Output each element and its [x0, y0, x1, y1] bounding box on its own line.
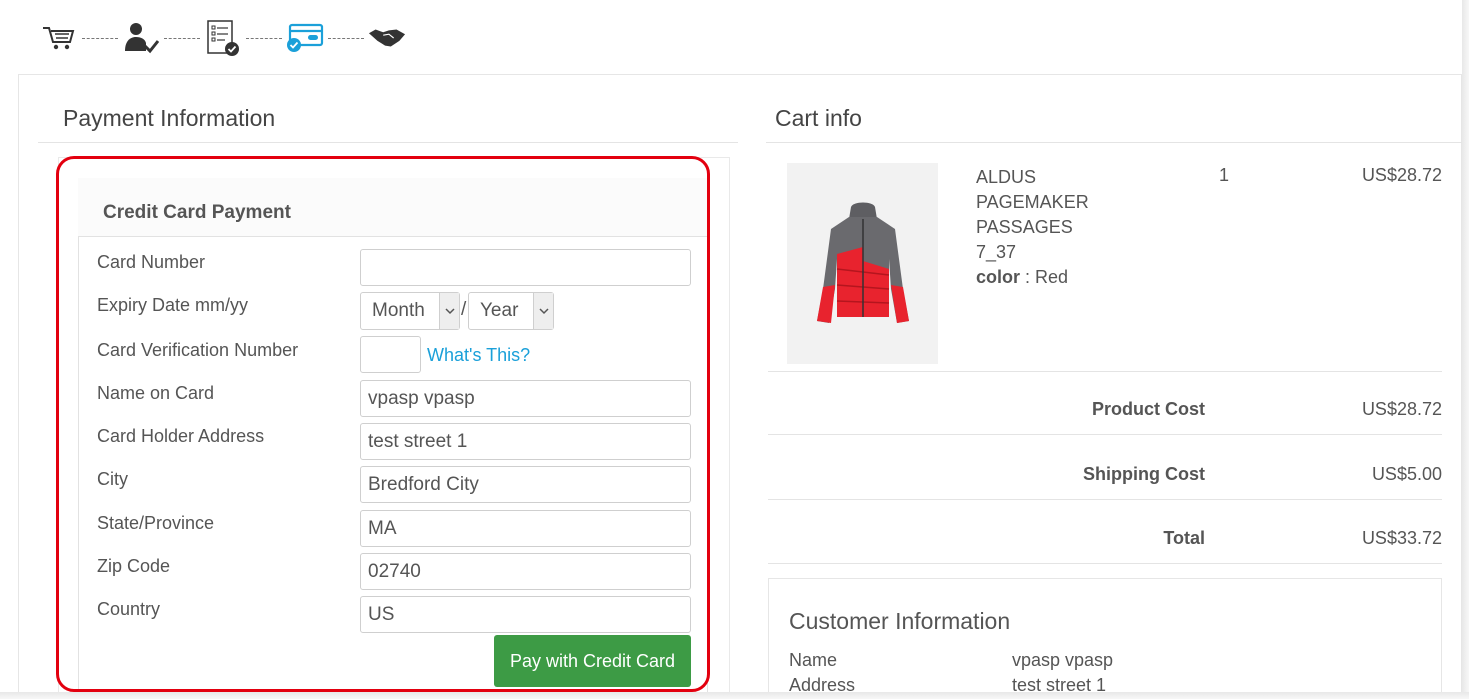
expiry-month-value: Month: [372, 300, 425, 321]
product-name-line: PASSAGES: [976, 217, 1073, 237]
cvv-label: Card Verification Number: [97, 340, 299, 360]
product-name-line: ALDUS: [976, 167, 1037, 187]
product-option-sep: :: [1020, 267, 1036, 287]
product-name-line: PAGEMAKER: [976, 192, 1089, 212]
product-image[interactable]: [787, 163, 938, 364]
expiry-month-select[interactable]: Month: [360, 292, 460, 330]
chevron-down-icon[interactable]: [533, 293, 553, 329]
state-label: State/Province: [97, 513, 215, 533]
pay-with-credit-card-button[interactable]: Pay with Credit Card: [494, 635, 691, 687]
customer-name-label: Name: [789, 650, 838, 670]
shipping-cost-value: US$5.00: [1371, 464, 1442, 484]
product-cost-label: Product Cost: [1091, 399, 1205, 419]
city-label: City: [97, 469, 128, 489]
cart-icon[interactable]: [40, 19, 78, 57]
whats-this-link[interactable]: What's This?: [427, 345, 530, 366]
product-name-line: 7_37: [976, 242, 1017, 262]
divider: [766, 142, 1462, 143]
total-value: US$33.72: [1361, 528, 1442, 548]
window-shadow: [0, 692, 1469, 699]
address-input[interactable]: [360, 423, 691, 460]
name-on-card-label: Name on Card: [97, 383, 215, 403]
user-check-icon[interactable]: [122, 19, 160, 57]
checkout-steps: [40, 18, 406, 58]
customer-name-value: vpasp vpasp: [1012, 650, 1114, 670]
cart-section-title: Cart info: [775, 105, 862, 131]
card-number-input[interactable]: [360, 249, 691, 286]
zip-label: Zip Code: [97, 556, 171, 576]
step-separator: [246, 37, 282, 39]
card-number-label: Card Number: [97, 252, 206, 272]
expiry-year-select[interactable]: Year: [468, 292, 554, 330]
product-option-value: Red: [1035, 267, 1069, 287]
address-label: Card Holder Address: [97, 426, 265, 446]
divider: [768, 371, 1442, 372]
product-option: color : Red: [976, 265, 1146, 290]
jacket-icon: [816, 202, 909, 323]
customer-info-title: Customer Information: [789, 608, 1011, 634]
divider: [768, 499, 1442, 500]
chevron-down-icon[interactable]: [439, 293, 459, 329]
product-cost-value: US$28.72: [1361, 399, 1442, 419]
name-on-card-input[interactable]: [360, 380, 691, 417]
step-separator: [328, 37, 364, 39]
expiry-label: Expiry Date mm/yy: [97, 295, 249, 315]
step-separator: [82, 37, 118, 39]
checklist-icon[interactable]: [204, 19, 242, 57]
payment-section-title: Payment Information: [63, 105, 276, 131]
country-input[interactable]: [360, 596, 691, 633]
city-input[interactable]: [360, 466, 691, 503]
credit-card-check-icon[interactable]: [286, 19, 324, 57]
divider: [38, 142, 738, 143]
divider: [768, 434, 1442, 435]
expiry-separator: /: [461, 299, 467, 320]
zip-input[interactable]: [360, 553, 691, 590]
product-option-label: color: [976, 267, 1021, 287]
window-shadow: [1462, 0, 1469, 699]
state-input[interactable]: [360, 510, 691, 547]
page: Payment Information Credit Card Payment …: [0, 0, 1469, 699]
shipping-cost-label: Shipping Cost: [1083, 464, 1205, 484]
product-price: US$28.72: [1361, 165, 1442, 185]
divider: [768, 563, 1442, 564]
step-separator: [164, 37, 200, 39]
handshake-icon[interactable]: [368, 19, 406, 57]
total-label: Total: [1163, 528, 1205, 548]
product-name[interactable]: ALDUS PAGEMAKER PASSAGES 7_37 color : Re…: [976, 165, 1146, 290]
credit-card-title: Credit Card Payment: [103, 202, 291, 223]
cvv-input[interactable]: [360, 336, 421, 373]
expiry-year-value: Year: [480, 300, 519, 321]
country-label: Country: [97, 599, 161, 619]
product-quantity: 1: [1219, 165, 1230, 185]
